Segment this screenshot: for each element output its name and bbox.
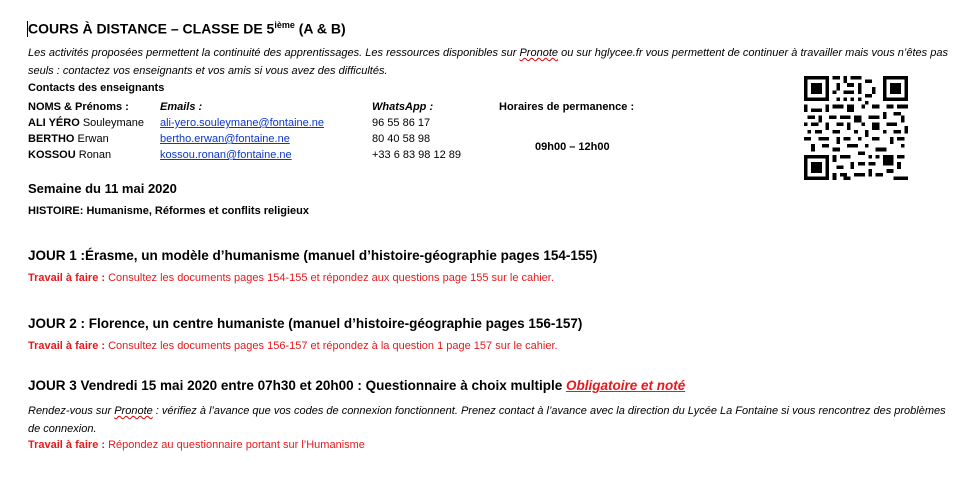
teacher-phone: 80 40 58 98	[372, 133, 431, 145]
office-hours: 09h00 – 12h00	[535, 141, 610, 153]
week-title: Semaine du 11 mai 2020	[28, 181, 177, 196]
teacher-phone: +33 6 83 98 12 89	[372, 149, 461, 161]
page-title: COURS À DISTANCE – CLASSE DE 5ième (A & …	[28, 20, 346, 37]
topic-heading: HISTOIRE: Humanisme, Réformes et conflit…	[28, 205, 309, 217]
qr-code-icon	[804, 76, 908, 180]
col-header-names: NOMS & Prénoms :	[28, 101, 129, 113]
mandatory-badge: Obligatoire et noté	[565, 378, 686, 393]
teacher-phone: 96 55 86 17	[372, 117, 431, 129]
pronote-word: Pronote	[519, 47, 558, 59]
teacher-name: KOSSOU Ronan	[28, 149, 112, 161]
day-1-title: JOUR 1 :Érasme, un modèle d’humanisme (m…	[28, 248, 598, 263]
col-header-emails: Emails :	[160, 101, 203, 113]
teacher-name: BERTHO Erwan	[28, 133, 109, 145]
teacher-name: ALI YÉRO Souleymane	[28, 117, 144, 129]
day-3-task: Travail à faire : Répondez au questionna…	[28, 439, 365, 451]
day-2-task: Travail à faire : Consultez les document…	[28, 340, 558, 352]
intro-paragraph: Les activités proposées permettent la co…	[28, 47, 948, 77]
col-header-hours: Horaires de permanence :	[499, 101, 635, 113]
teacher-email-link[interactable]: bertho.erwan@fontaine.ne	[160, 133, 290, 145]
day-3-title: JOUR 3 Vendredi 15 mai 2020 entre 07h30 …	[28, 378, 686, 393]
contacts-heading: Contacts des enseignants	[28, 82, 165, 94]
day-1-task: Travail à faire : Consultez les document…	[28, 272, 554, 284]
teacher-email-link[interactable]: kossou.ronan@fontaine.ne	[160, 149, 292, 161]
day-3-note: Rendez-vous sur Pronote : vérifiez à l’a…	[28, 405, 946, 435]
teacher-email-link[interactable]: ali-yero.souleymane@fontaine.ne	[160, 117, 324, 129]
pronote-word: Pronote	[114, 405, 153, 417]
day-2-title: JOUR 2 : Florence, un centre humaniste (…	[28, 316, 583, 331]
col-header-whatsapp: WhatsApp :	[372, 101, 434, 113]
